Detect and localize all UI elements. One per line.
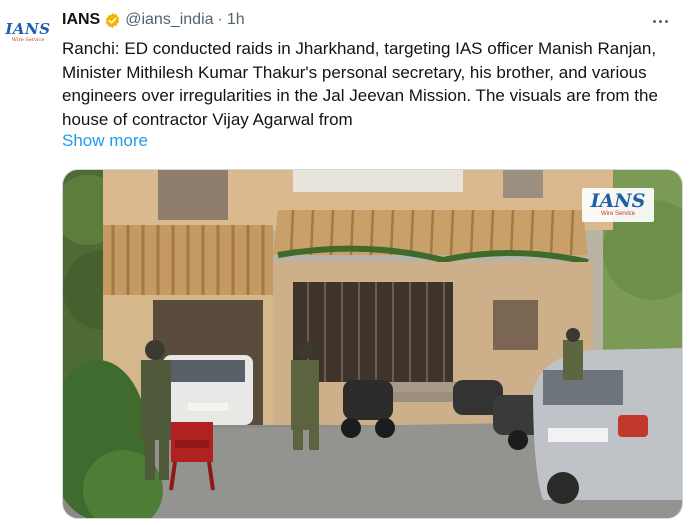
post-media[interactable]: IANS Wire Service	[62, 169, 683, 519]
more-dot	[658, 19, 662, 23]
author-handle[interactable]: @ians_india	[125, 11, 213, 29]
show-more-link[interactable]: Show more	[62, 131, 148, 151]
avatar-logo-text: IANS	[5, 19, 51, 38]
ians-watermark: IANS Wire Service	[582, 188, 654, 222]
more-options-icon[interactable]	[648, 12, 672, 30]
more-dot	[652, 19, 656, 23]
avatar-logo-subtext: Wire Service	[11, 36, 45, 43]
author-name[interactable]: IANS	[62, 11, 100, 29]
post-text: Ranchi: ED conducted raids in Jharkhand,…	[62, 39, 658, 129]
verified-badge-icon	[106, 12, 120, 28]
separator-dot: ·	[217, 11, 223, 28]
ians-logo: IANS Wire Service	[5, 19, 51, 43]
post-header: IANS @ians_india · 1h	[62, 9, 245, 31]
avatar[interactable]: IANS Wire Service	[5, 10, 51, 54]
watermark-title: IANS	[590, 190, 646, 212]
media-scene	[63, 170, 682, 518]
more-dot	[664, 19, 668, 23]
post-timestamp[interactable]: 1h	[227, 11, 245, 29]
watermark-subtitle: Wire Service	[600, 211, 635, 217]
